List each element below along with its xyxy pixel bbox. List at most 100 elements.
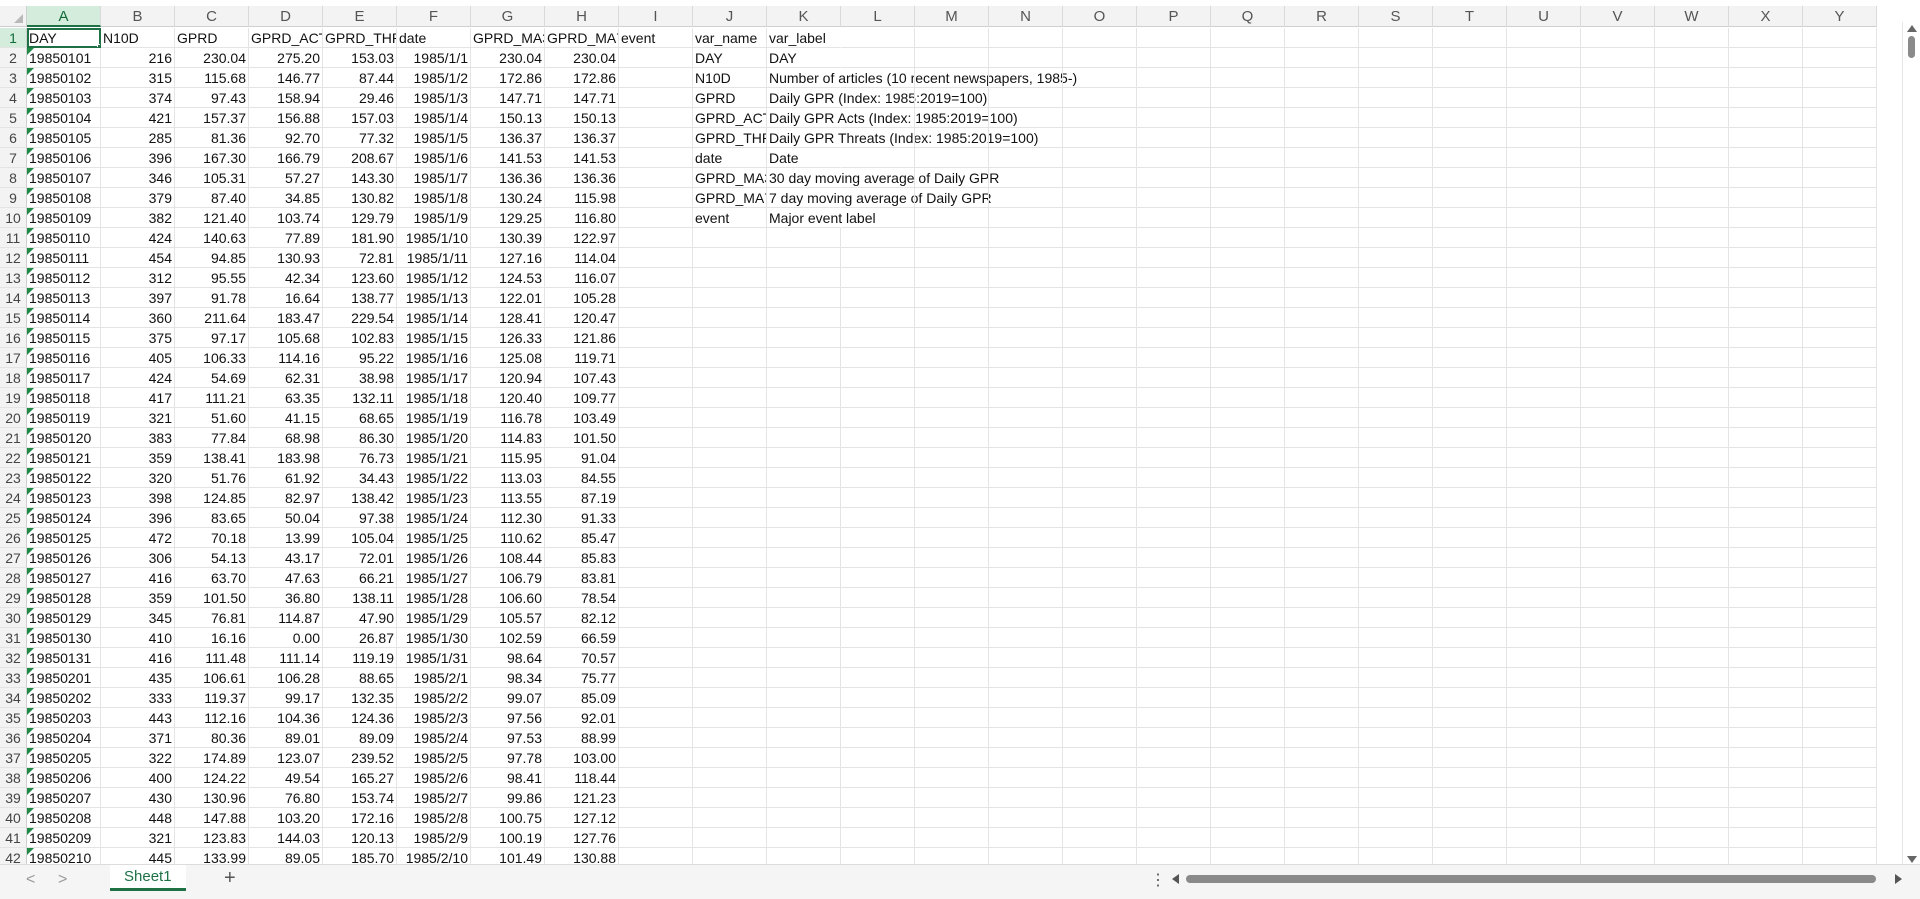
column-header-e[interactable]: E bbox=[323, 6, 397, 27]
cell-t22[interactable] bbox=[1433, 448, 1507, 468]
cell-g29[interactable]: 106.60 bbox=[471, 588, 545, 608]
cell-x13[interactable] bbox=[1729, 268, 1803, 288]
cell-s16[interactable] bbox=[1359, 328, 1433, 348]
cell-o12[interactable] bbox=[1063, 248, 1137, 268]
cell-t33[interactable] bbox=[1433, 668, 1507, 688]
cell-e15[interactable]: 229.54 bbox=[323, 308, 397, 328]
cell-v6[interactable] bbox=[1581, 128, 1655, 148]
cell-k20[interactable] bbox=[767, 408, 841, 428]
cell-w25[interactable] bbox=[1655, 508, 1729, 528]
cell-q17[interactable] bbox=[1211, 348, 1285, 368]
column-header-c[interactable]: C bbox=[175, 6, 249, 27]
cell-t12[interactable] bbox=[1433, 248, 1507, 268]
cell-r41[interactable] bbox=[1285, 828, 1359, 848]
cell-g32[interactable]: 98.64 bbox=[471, 648, 545, 668]
cell-i37[interactable] bbox=[619, 748, 693, 768]
cell-l3[interactable] bbox=[841, 68, 915, 88]
cell-x25[interactable] bbox=[1729, 508, 1803, 528]
cell-b10[interactable]: 382 bbox=[101, 208, 175, 228]
cell-p14[interactable] bbox=[1137, 288, 1211, 308]
cell-i21[interactable] bbox=[619, 428, 693, 448]
cell-k8[interactable]: 30 day moving average of Daily GPR bbox=[767, 168, 999, 188]
cell-g31[interactable]: 102.59 bbox=[471, 628, 545, 648]
cell-h12[interactable]: 114.04 bbox=[545, 248, 619, 268]
cell-a8[interactable]: 19850107 bbox=[27, 168, 101, 188]
cell-d19[interactable]: 63.35 bbox=[249, 388, 323, 408]
cell-g10[interactable]: 129.25 bbox=[471, 208, 545, 228]
cell-c2[interactable]: 230.04 bbox=[175, 48, 249, 68]
cell-y22[interactable] bbox=[1803, 448, 1877, 468]
cell-a32[interactable]: 19850131 bbox=[27, 648, 101, 668]
cell-m31[interactable] bbox=[915, 628, 989, 648]
cell-n30[interactable] bbox=[989, 608, 1063, 628]
column-header-h[interactable]: H bbox=[545, 6, 619, 27]
cell-f28[interactable]: 1985/1/27 bbox=[397, 568, 471, 588]
cell-a11[interactable]: 19850110 bbox=[27, 228, 101, 248]
row-header[interactable]: 25 bbox=[0, 508, 27, 528]
cell-m26[interactable] bbox=[915, 528, 989, 548]
column-header-f[interactable]: F bbox=[397, 6, 471, 27]
column-header-q[interactable]: Q bbox=[1211, 6, 1285, 27]
cell-k7[interactable]: Date bbox=[767, 148, 841, 168]
cell-r24[interactable] bbox=[1285, 488, 1359, 508]
cell-r1[interactable] bbox=[1285, 28, 1359, 48]
cell-b4[interactable]: 374 bbox=[101, 88, 175, 108]
cell-v2[interactable] bbox=[1581, 48, 1655, 68]
column-header-g[interactable]: G bbox=[471, 6, 545, 27]
cell-r2[interactable] bbox=[1285, 48, 1359, 68]
cell-g37[interactable]: 97.78 bbox=[471, 748, 545, 768]
cell-m22[interactable] bbox=[915, 448, 989, 468]
cell-h23[interactable]: 84.55 bbox=[545, 468, 619, 488]
cell-f30[interactable]: 1985/1/29 bbox=[397, 608, 471, 628]
cell-n32[interactable] bbox=[989, 648, 1063, 668]
cell-n38[interactable] bbox=[989, 768, 1063, 788]
cell-y20[interactable] bbox=[1803, 408, 1877, 428]
cell-j36[interactable] bbox=[693, 728, 767, 748]
cell-v30[interactable] bbox=[1581, 608, 1655, 628]
row-header[interactable]: 5 bbox=[0, 108, 27, 128]
cell-k38[interactable] bbox=[767, 768, 841, 788]
cell-d36[interactable]: 89.01 bbox=[249, 728, 323, 748]
cell-n37[interactable] bbox=[989, 748, 1063, 768]
column-header-k[interactable]: K bbox=[767, 6, 841, 27]
cell-j18[interactable] bbox=[693, 368, 767, 388]
cell-u39[interactable] bbox=[1507, 788, 1581, 808]
cell-t14[interactable] bbox=[1433, 288, 1507, 308]
cell-n17[interactable] bbox=[989, 348, 1063, 368]
cell-n9[interactable] bbox=[989, 188, 1063, 208]
cell-p22[interactable] bbox=[1137, 448, 1211, 468]
cell-t8[interactable] bbox=[1433, 168, 1507, 188]
cell-g8[interactable]: 136.36 bbox=[471, 168, 545, 188]
cell-e7[interactable]: 208.67 bbox=[323, 148, 397, 168]
cell-h2[interactable]: 230.04 bbox=[545, 48, 619, 68]
cell-t21[interactable] bbox=[1433, 428, 1507, 448]
cell-b35[interactable]: 443 bbox=[101, 708, 175, 728]
cell-i9[interactable] bbox=[619, 188, 693, 208]
row-header[interactable]: 27 bbox=[0, 548, 27, 568]
cell-p23[interactable] bbox=[1137, 468, 1211, 488]
cell-t41[interactable] bbox=[1433, 828, 1507, 848]
cell-g4[interactable]: 147.71 bbox=[471, 88, 545, 108]
cell-x3[interactable] bbox=[1729, 68, 1803, 88]
column-header-o[interactable]: O bbox=[1063, 6, 1137, 27]
cell-h28[interactable]: 83.81 bbox=[545, 568, 619, 588]
cell-o19[interactable] bbox=[1063, 388, 1137, 408]
cell-k21[interactable] bbox=[767, 428, 841, 448]
cell-i8[interactable] bbox=[619, 168, 693, 188]
cell-g18[interactable]: 120.94 bbox=[471, 368, 545, 388]
cell-m29[interactable] bbox=[915, 588, 989, 608]
cell-i27[interactable] bbox=[619, 548, 693, 568]
cell-d12[interactable]: 130.93 bbox=[249, 248, 323, 268]
row-header[interactable]: 23 bbox=[0, 468, 27, 488]
cell-b34[interactable]: 333 bbox=[101, 688, 175, 708]
cell-a31[interactable]: 19850130 bbox=[27, 628, 101, 648]
cell-i23[interactable] bbox=[619, 468, 693, 488]
cell-x27[interactable] bbox=[1729, 548, 1803, 568]
select-all-corner[interactable] bbox=[0, 6, 27, 27]
cell-l35[interactable] bbox=[841, 708, 915, 728]
cell-k35[interactable] bbox=[767, 708, 841, 728]
cell-m5[interactable] bbox=[915, 108, 989, 128]
cell-c11[interactable]: 140.63 bbox=[175, 228, 249, 248]
cell-t40[interactable] bbox=[1433, 808, 1507, 828]
cell-b18[interactable]: 424 bbox=[101, 368, 175, 388]
